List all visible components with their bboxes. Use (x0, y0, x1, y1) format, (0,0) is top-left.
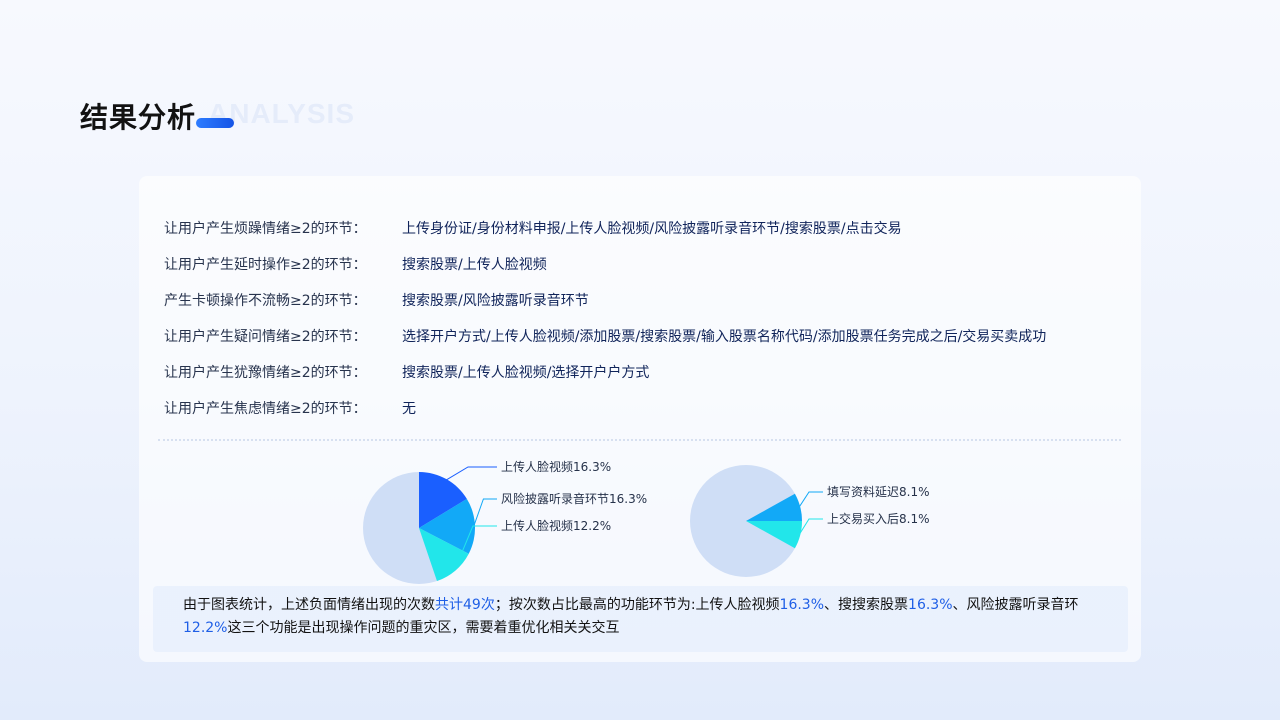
page-header: ANALYSIS 结果分析 (80, 96, 400, 140)
row-label: 让用户产生焦虑情绪≥2的环节： (164, 401, 367, 417)
row-label: 产生卡顿操作不流畅≥2的环节： (164, 293, 367, 309)
conclusion-highlight: 16.3% (908, 597, 953, 613)
conclusion-text: ；按次数占比最高的功能环节为:上传人脸视频 (494, 597, 780, 613)
row-value: 搜索股票/上传人脸视频 (402, 257, 547, 273)
list-item: 让用户产生烦躁情绪≥2的环节： 上传身份证/身份材料申报/上传人脸视频/风险披露… (164, 210, 1124, 246)
conclusion-box: 由于图表统计，上述负面情绪出现的次数共计49次；按次数占比最高的功能环节为:上传… (153, 586, 1128, 652)
conclusion-text: 、搜搜索股票 (824, 597, 909, 613)
issue-list: 让用户产生烦躁情绪≥2的环节： 上传身份证/身份材料申报/上传人脸视频/风险披露… (164, 210, 1124, 426)
row-value: 搜索股票/风险披露听录音环节 (402, 293, 589, 309)
pie-leader-line (798, 491, 823, 508)
list-item: 让用户产生犹豫情绪≥2的环节： 搜索股票/上传人脸视频/选择开户户方式 (164, 354, 1124, 390)
list-item: 让用户产生延时操作≥2的环节： 搜索股票/上传人脸视频 (164, 246, 1124, 282)
pie-slice-label: 上传人脸视频16.3% (501, 459, 611, 474)
page-title: 结果分析 (80, 101, 197, 134)
list-item: 让用户产生疑问情绪≥2的环节： 选择开户方式/上传人脸视频/添加股票/搜索股票/… (164, 318, 1124, 354)
pie-slice-label: 上传人脸视频12.2% (501, 518, 611, 533)
pie-leader-line (798, 518, 823, 536)
row-value: 无 (402, 401, 416, 417)
row-label: 让用户产生烦躁情绪≥2的环节： (164, 221, 367, 237)
pie-leader-line (445, 466, 497, 481)
conclusion-text: 由于图表统计，上述负面情绪出现的次数 (183, 597, 435, 613)
conclusion-text: 这三个功能是出现操作问题的重灾区，需要着重优化相关关交互 (227, 620, 620, 636)
row-value: 上传身份证/身份材料申报/上传人脸视频/风险披露听录音环节/搜索股票/点击交易 (402, 221, 902, 237)
row-label: 让用户产生延时操作≥2的环节： (164, 257, 367, 273)
pie-leader-line (473, 498, 497, 527)
title-accent-bar (196, 118, 234, 128)
row-value: 选择开户方式/上传人脸视频/添加股票/搜索股票/输入股票名称代码/添加股票任务完… (402, 329, 1047, 345)
dotted-divider (158, 439, 1121, 441)
conclusion-highlight: 16.3% (779, 597, 825, 613)
pie-charts: 上传人脸视频16.3% 风险披露听录音环节16.3% 上传人脸视频12.2% 填写资料… (139, 451, 1141, 591)
pie-slice-label: 填写资料延迟8.1% (827, 485, 930, 499)
pie-charts-svg: 上传人脸视频16.3% 风险披露听录音环节16.3% 上传人脸视频12.2% 填写资料… (363, 459, 930, 584)
list-item: 产生卡顿操作不流畅≥2的环节： 搜索股票/风险披露听录音环节 (164, 282, 1124, 318)
pie-slice-label: 上交易买入后8.1% (827, 511, 930, 526)
row-label: 让用户产生疑问情绪≥2的环节： (164, 329, 367, 345)
conclusion-text: 、风险披露听录音环 (952, 597, 1079, 613)
conclusion-highlight: 共计49次 (435, 597, 495, 613)
pie-slice-label: 风险披露听录音环节16.3% (501, 491, 647, 506)
analysis-card: 让用户产生烦躁情绪≥2的环节： 上传身份证/身份材料申报/上传人脸视频/风险披露… (139, 176, 1141, 662)
row-value: 搜索股票/上传人脸视频/选择开户户方式 (402, 365, 650, 381)
row-label: 让用户产生犹豫情绪≥2的环节： (164, 365, 367, 381)
conclusion-highlight: 12.2% (183, 620, 228, 636)
list-item: 让用户产生焦虑情绪≥2的环节： 无 (164, 390, 1124, 426)
